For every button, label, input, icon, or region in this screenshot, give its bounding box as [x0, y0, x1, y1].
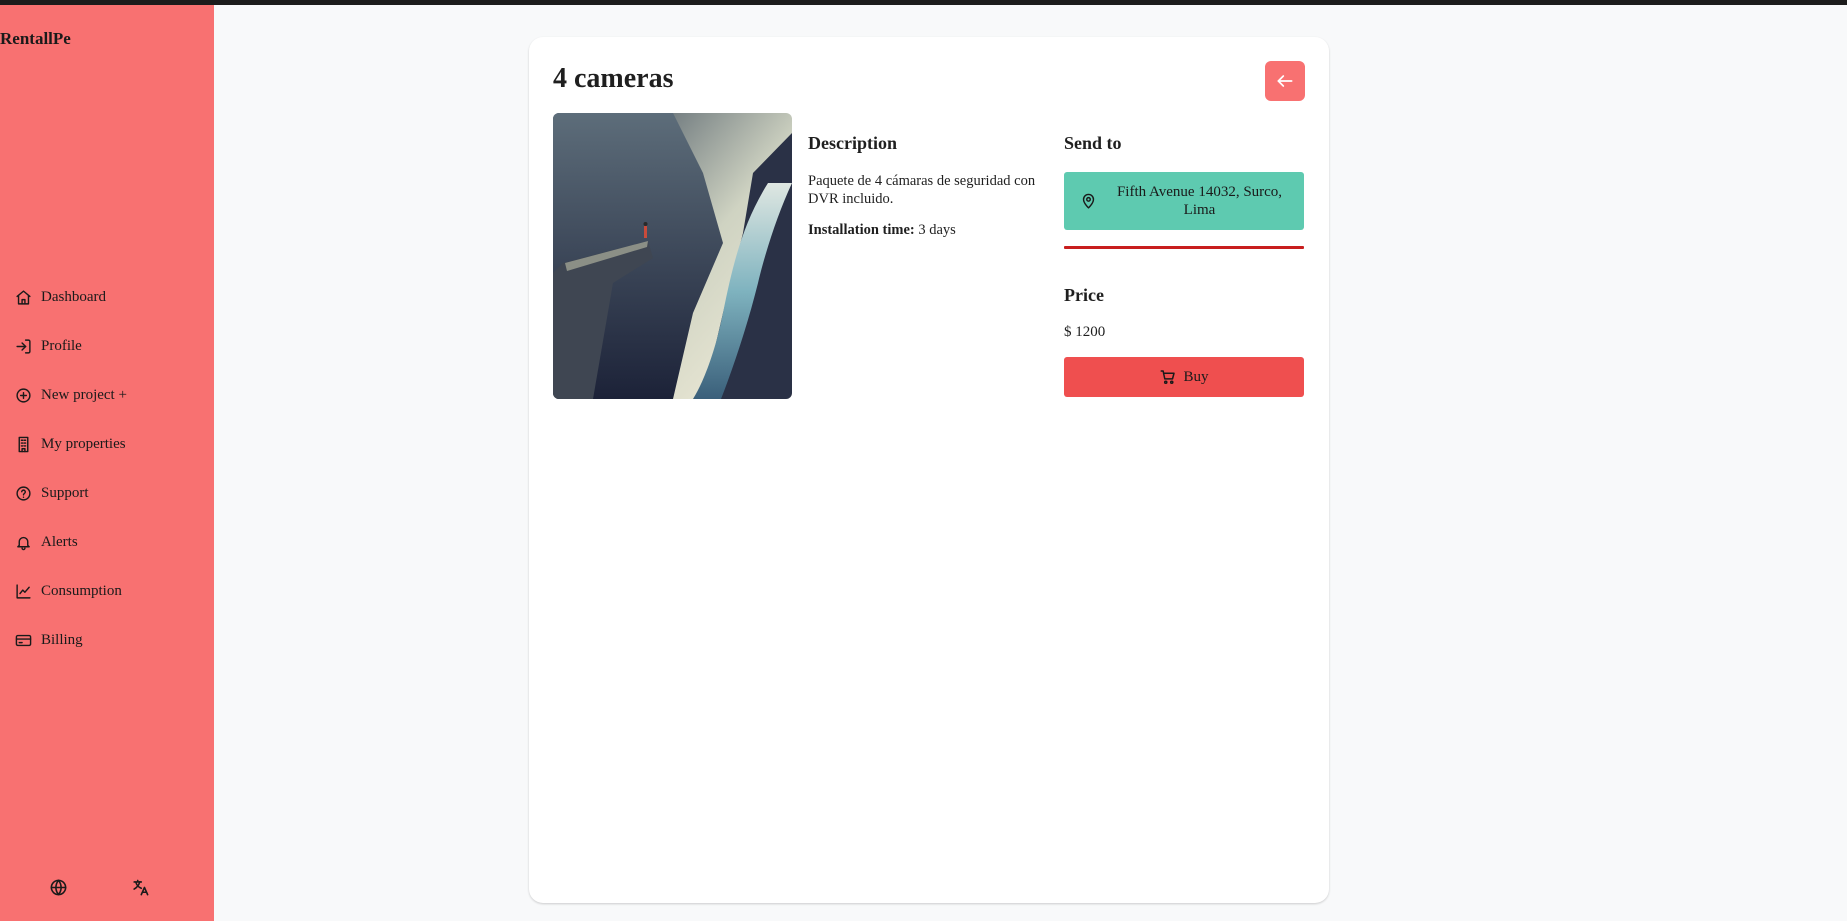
arrow-left-icon [1277, 75, 1293, 87]
sidebar-item-dashboard[interactable]: Dashboard [0, 273, 214, 322]
address-button[interactable]: Fifth Avenue 14032, Surco, Lima [1064, 172, 1304, 230]
sidebar-item-label: Support [41, 485, 89, 501]
installation-time-value: 3 days [918, 222, 956, 238]
address-text: Fifth Avenue 14032, Surco, Lima [1116, 184, 1283, 218]
chart-line-icon [16, 584, 31, 599]
translate-button[interactable] [128, 875, 152, 899]
sidebar-item-alerts[interactable]: Alerts [0, 518, 214, 567]
page-title: 4 cameras [553, 63, 674, 94]
help-circle-icon [16, 486, 31, 501]
buy-label: Buy [1183, 368, 1209, 385]
back-button[interactable] [1265, 61, 1305, 101]
divider [1064, 246, 1304, 249]
sidebar-item-support[interactable]: Support [0, 469, 214, 518]
product-detail-card: 4 cameras Description Paquete de 4 cámar… [529, 37, 1329, 903]
brand-logo[interactable]: RentallPe [0, 29, 71, 49]
home-icon [16, 290, 31, 305]
sidebar-item-label: Consumption [41, 583, 122, 599]
product-image [553, 113, 792, 399]
installation-time-label: Installation time: [808, 222, 915, 238]
sidebar: RentallPe Dashboard Profile New project … [0, 5, 214, 921]
plus-circle-icon [16, 388, 31, 403]
sidebar-item-profile[interactable]: Profile [0, 322, 214, 371]
sidebar-item-label: Profile [41, 338, 82, 354]
sidebar-item-label: Alerts [41, 534, 78, 550]
cart-icon [1160, 370, 1176, 385]
building-icon [18, 436, 29, 453]
sidebar-nav: Dashboard Profile New project + My prope… [0, 273, 214, 665]
purchase-section: Send to Fifth Avenue 14032, Surco, Lima … [1064, 133, 1304, 397]
sidebar-item-label: My properties [41, 436, 126, 452]
map-pin-icon [1082, 193, 1095, 209]
sidebar-item-label: Dashboard [41, 289, 106, 305]
description-text: Paquete de 4 cámaras de seguridad con DV… [808, 173, 1036, 207]
window-top-bar [0, 0, 1847, 5]
description-title: Description [808, 133, 897, 153]
sign-in-icon [16, 339, 31, 354]
sidebar-item-my-properties[interactable]: My properties [0, 420, 214, 469]
bell-icon [17, 536, 30, 551]
sidebar-item-label: New project + [41, 387, 127, 403]
translate-icon [132, 879, 148, 895]
buy-button[interactable]: Buy [1064, 357, 1304, 397]
sidebar-item-label: Billing [41, 632, 83, 648]
installation-time: Installation time: 3 days [808, 222, 1048, 239]
price-value: $ 1200 [1064, 324, 1106, 340]
sidebar-item-billing[interactable]: Billing [0, 616, 214, 665]
sidebar-footer [0, 875, 214, 905]
send-to-title: Send to [1064, 133, 1122, 153]
sidebar-item-consumption[interactable]: Consumption [0, 567, 214, 616]
description-section: Description Paquete de 4 cámaras de segu… [808, 133, 1048, 239]
language-globe-button[interactable] [46, 875, 70, 899]
credit-card-icon [15, 634, 32, 647]
globe-icon [50, 879, 66, 895]
sidebar-item-new-project[interactable]: New project + [0, 371, 214, 420]
price-title: Price [1064, 285, 1104, 305]
